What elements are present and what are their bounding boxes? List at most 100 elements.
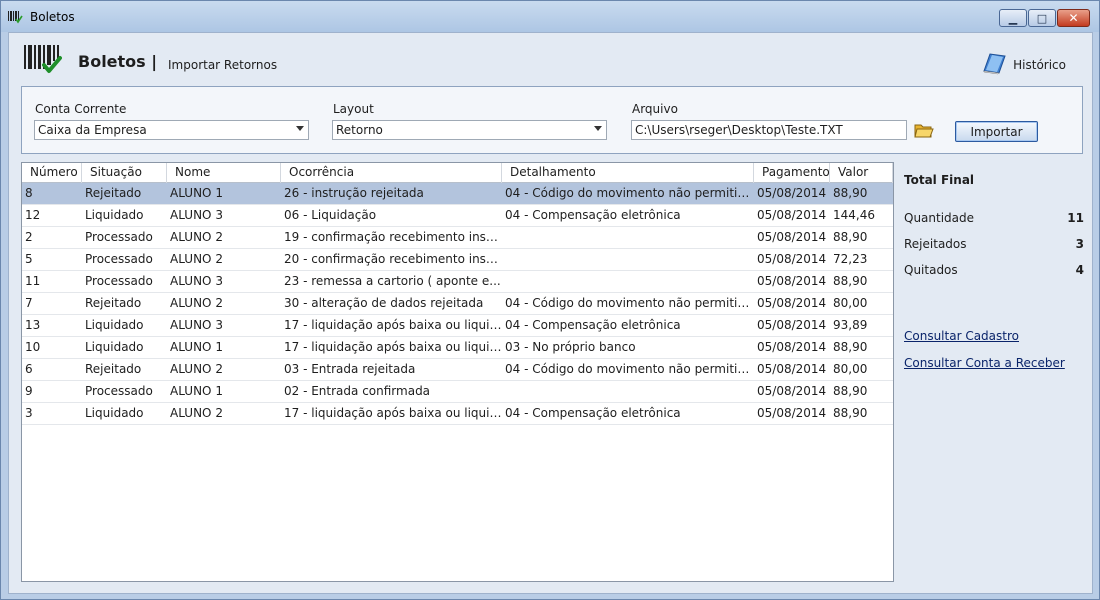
cell-numero: 5: [25, 252, 33, 266]
column-header-numero[interactable]: Número: [22, 163, 82, 183]
cell-situacao: Processado: [85, 252, 153, 266]
table-row[interactable]: 10 Liquidado ALUNO 1 17 - liquidação após b…: [22, 337, 893, 359]
conta-corrente-value: Caixa da Empresa: [38, 123, 147, 137]
page-title: Boletos |: [78, 52, 158, 71]
table-row[interactable]: 8 Rejeitado ALUNO 1 26 - instrução rejeitad…: [22, 183, 893, 205]
arquivo-input[interactable]: C:\Users\rseger\Desktop\Teste.TXT: [631, 120, 907, 140]
conta-corrente-select[interactable]: Caixa da Empresa: [34, 120, 309, 140]
cell-numero: 2: [25, 230, 33, 244]
cell-valor: 88,90: [833, 384, 868, 398]
cell-valor: 88,90: [833, 340, 868, 354]
cell-detalhamento: 03 - No próprio banco: [505, 340, 636, 354]
cell-numero: 8: [25, 186, 33, 200]
summary-value: 4: [1075, 263, 1084, 277]
importar-button[interactable]: Importar: [955, 121, 1038, 142]
cell-situacao: Liquidado: [85, 340, 144, 354]
summary-value: 3: [1075, 237, 1084, 251]
window-title: Boletos: [30, 9, 75, 24]
table-row[interactable]: 5 Processado ALUNO 2 20 - confirmação receb…: [22, 249, 893, 271]
minimize-button[interactable]: ▁: [999, 9, 1027, 27]
column-header-valor[interactable]: Valor: [830, 163, 893, 183]
cell-ocorrencia: 19 - confirmação recebimento instr...: [284, 230, 502, 244]
column-header-situacao[interactable]: Situação: [82, 163, 167, 183]
cell-valor: 80,00: [833, 296, 868, 310]
cell-pagamento: 05/08/2014: [757, 340, 827, 354]
main-window: Boletos ▁ □ ✕ Boletos | Importar Retorno…: [0, 0, 1100, 600]
cell-ocorrencia: 26 - instrução rejeitada: [284, 186, 424, 200]
cell-ocorrencia: 20 - confirmação recebimento instr...: [284, 252, 502, 266]
cell-detalhamento: [502, 249, 754, 270]
barcode-icon: [7, 9, 25, 25]
consultar-cadastro-link[interactable]: Consultar Cadastro: [904, 329, 1019, 343]
column-header-pagamento[interactable]: Pagamento: [754, 163, 830, 183]
chevron-down-icon: [296, 126, 304, 131]
table-row[interactable]: 7 Rejeitado ALUNO 2 30 - alteração de dados…: [22, 293, 893, 315]
cell-detalhamento: 04 - Compensação eletrônica: [505, 208, 681, 222]
cell-detalhamento: 04 - Compensação eletrônica: [505, 406, 681, 420]
column-header-ocorrencia[interactable]: Ocorrência: [281, 163, 502, 183]
browse-file-button[interactable]: [914, 121, 934, 141]
maximize-button[interactable]: □: [1028, 9, 1056, 27]
summary-value: 11: [1067, 211, 1084, 225]
barcode-check-icon: [22, 43, 62, 75]
window-controls: ▁ □ ✕: [999, 9, 1090, 27]
cell-valor: 88,90: [833, 406, 868, 420]
cell-nome: ALUNO 2: [170, 252, 223, 266]
table-row[interactable]: 3 Liquidado ALUNO 2 17 - liquidação após ba…: [22, 403, 893, 425]
cell-ocorrencia: 30 - alteração de dados rejeitada: [284, 296, 484, 310]
cell-pagamento: 05/08/2014: [757, 230, 827, 244]
table-row[interactable]: 12 Liquidado ALUNO 3 06 - Liquidação 04 - Co…: [22, 205, 893, 227]
cell-nome: ALUNO 1: [170, 384, 223, 398]
cell-detalhamento: [502, 227, 754, 248]
cell-numero: 11: [25, 274, 41, 288]
history-button[interactable]: Histórico: [981, 51, 1066, 78]
cell-numero: 6: [25, 362, 33, 376]
chevron-down-icon: [594, 126, 602, 131]
table-row[interactable]: 9 Processado ALUNO 1 02 - Entrada confirmad…: [22, 381, 893, 403]
cell-valor: 80,00: [833, 362, 868, 376]
table-header: Número Situação Nome Ocorrência Detalhamento…: [22, 163, 893, 183]
layout-select[interactable]: Retorno: [332, 120, 607, 140]
table-row[interactable]: 11 Processado ALUNO 3 23 - remessa a cartor…: [22, 271, 893, 293]
close-button[interactable]: ✕: [1057, 9, 1090, 27]
summary-items: Quantidade 11 Rejeitados 3 Quitados 4: [904, 205, 1084, 283]
page-header: Boletos | Importar Retornos Histórico: [9, 33, 1092, 83]
arquivo-label: Arquivo: [632, 102, 678, 116]
title-bar[interactable]: Boletos ▁ □ ✕: [1, 1, 1099, 32]
cell-situacao: Processado: [85, 274, 153, 288]
cell-situacao: Processado: [85, 230, 153, 244]
cell-situacao: Rejeitado: [85, 296, 142, 310]
cell-situacao: Processado: [85, 384, 153, 398]
consultar-conta-receber-link[interactable]: Consultar Conta a Receber: [904, 356, 1065, 370]
cell-nome: ALUNO 1: [170, 186, 223, 200]
cell-ocorrencia: 17 - liquidação após baixa ou liquid...: [284, 340, 502, 354]
cell-detalhamento: [502, 271, 754, 292]
summary-label: Quitados: [904, 263, 958, 277]
page-subtitle: Importar Retornos: [168, 58, 278, 72]
minimize-icon: ▁: [1008, 11, 1018, 25]
folder-open-icon: [914, 124, 934, 142]
column-header-nome[interactable]: Nome: [167, 163, 281, 183]
cell-valor: 93,89: [833, 318, 868, 332]
cell-numero: 10: [25, 340, 41, 354]
cell-ocorrencia: 23 - remessa a cartorio ( aponte e...: [284, 274, 501, 288]
layout-value: Retorno: [336, 123, 383, 137]
cell-valor: 88,90: [833, 230, 868, 244]
table-row[interactable]: 2 Processado ALUNO 2 19 - confirmação receb…: [22, 227, 893, 249]
cell-situacao: Liquidado: [85, 406, 144, 420]
summary-label: Rejeitados: [904, 237, 967, 251]
cell-numero: 3: [25, 406, 33, 420]
cell-pagamento: 05/08/2014: [757, 362, 827, 376]
cell-pagamento: 05/08/2014: [757, 384, 827, 398]
book-icon: [981, 51, 1007, 78]
cell-valor: 88,90: [833, 274, 868, 288]
column-header-detalhamento[interactable]: Detalhamento: [502, 163, 754, 183]
table-row[interactable]: 13 Liquidado ALUNO 3 17 - liquidação após b…: [22, 315, 893, 337]
cell-valor: 144,46: [833, 208, 875, 222]
table-row[interactable]: 6 Rejeitado ALUNO 2 03 - Entrada rejeitada 0…: [22, 359, 893, 381]
maximize-icon: □: [1036, 11, 1048, 25]
cell-numero: 12: [25, 208, 41, 222]
cell-nome: ALUNO 2: [170, 406, 223, 420]
cell-valor: 88,90: [833, 186, 868, 200]
summary-panel: Total Final Quantidade 11 Rejeitados 3 Quita…: [904, 173, 1084, 283]
